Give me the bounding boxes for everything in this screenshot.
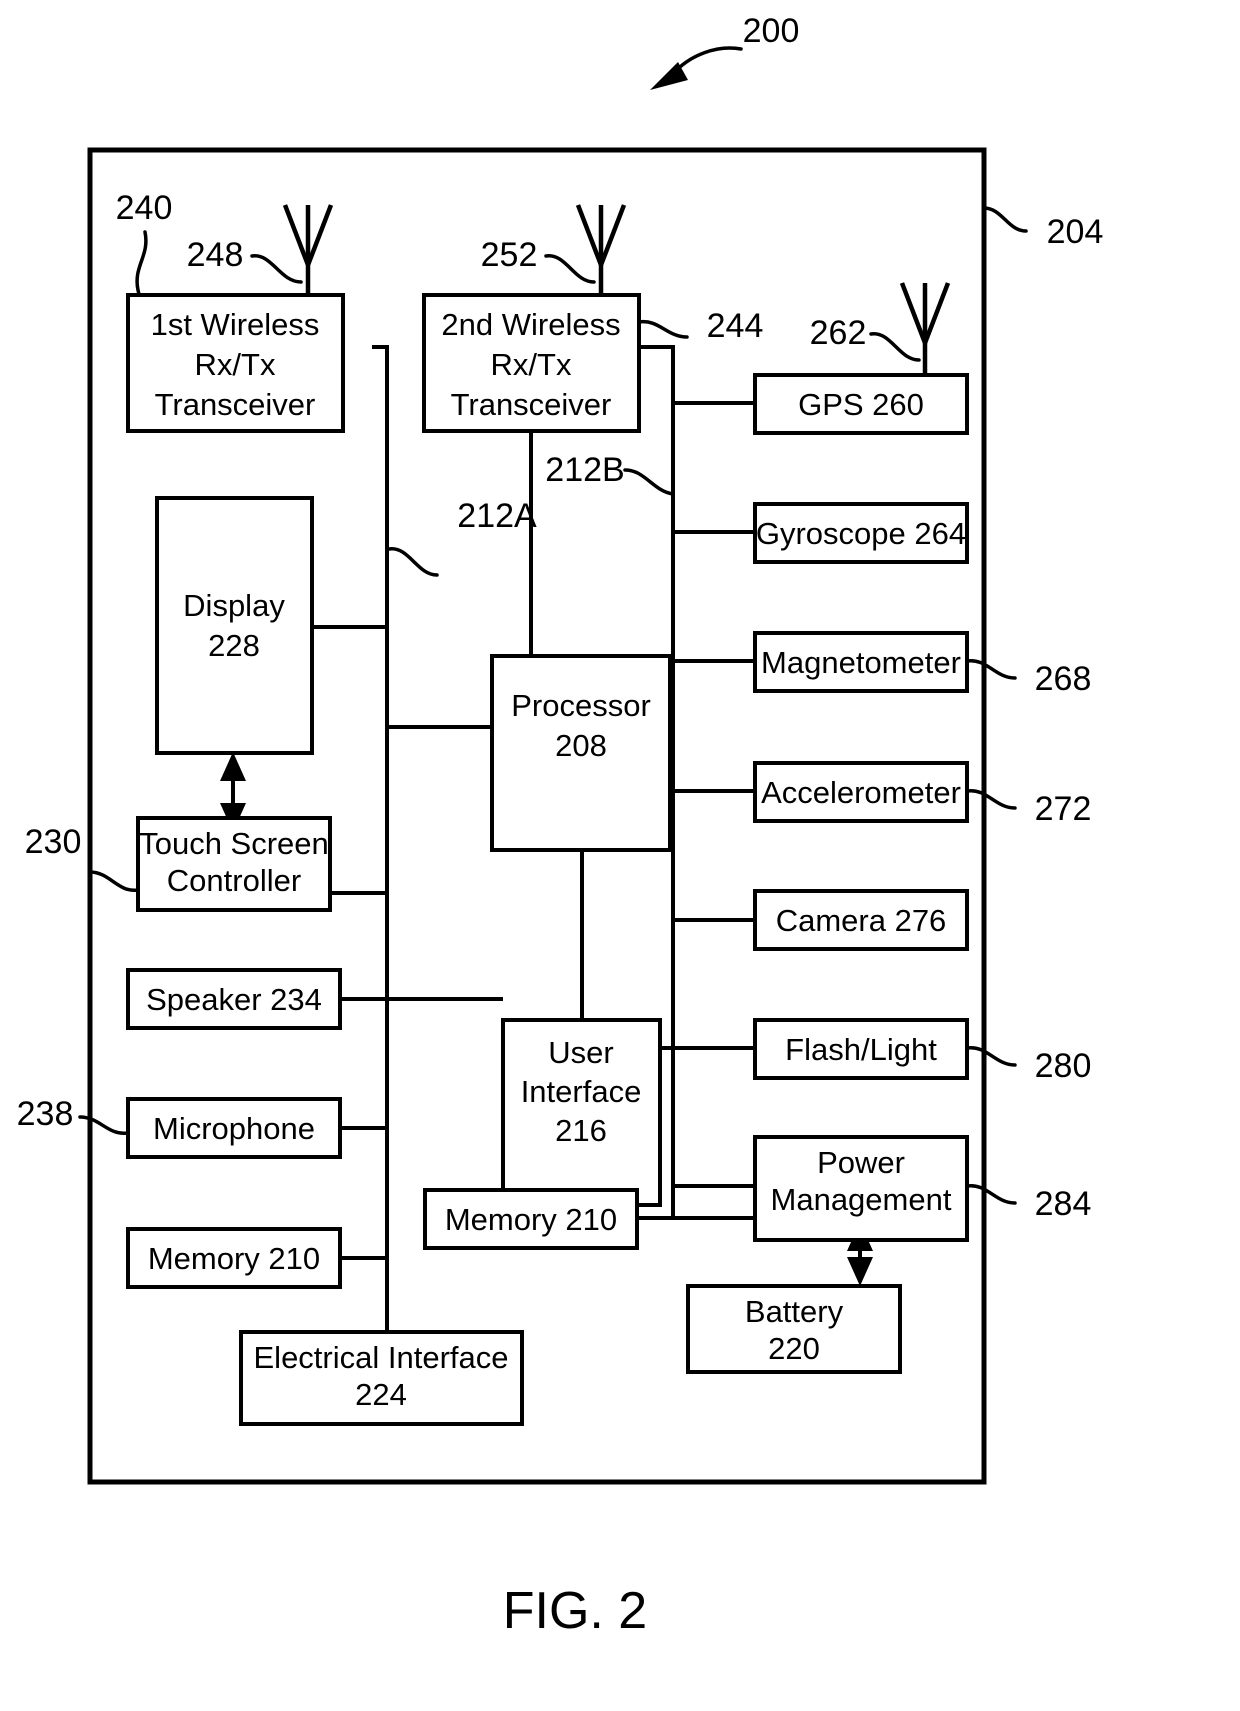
block-label-line: Accelerometer <box>761 775 961 810</box>
block-label-line: 228 <box>208 628 260 663</box>
block-label-line: 224 <box>355 1377 407 1412</box>
block-microphone: Microphone <box>126 1097 342 1159</box>
block-magnetometer: Magnetometer <box>753 631 969 693</box>
block-label-line: 2nd Wireless <box>441 307 620 342</box>
reference-label-284: 284 <box>1035 1185 1092 1223</box>
block-label-line: 216 <box>555 1113 607 1148</box>
reference-label-240: 240 <box>116 189 173 227</box>
block-label-line: Electrical Interface <box>254 1340 509 1375</box>
block-label-line: Processor <box>511 688 651 723</box>
block-label-line: 220 <box>768 1331 820 1366</box>
block-label-line: Transceiver <box>451 387 612 422</box>
block-electrical-interface: Electrical Interface 224 <box>239 1330 524 1426</box>
block-label-line: Microphone <box>153 1111 315 1146</box>
block-user-interface: User Interface 216 <box>501 1018 662 1207</box>
reference-label-262: 262 <box>810 314 867 352</box>
block-label-line: Speaker 234 <box>146 982 322 1017</box>
block-label-line: Interface <box>521 1074 642 1109</box>
reference-label-248: 248 <box>187 236 244 274</box>
reference-label-212A: 212A <box>457 497 537 535</box>
block-wireless-transceiver-2: 2nd Wireless Rx/Tx Transceiver <box>422 293 641 433</box>
block-label-line: Battery <box>745 1294 844 1329</box>
reference-label-212B: 212B <box>545 451 624 489</box>
block-display: Display 228 <box>155 496 314 755</box>
reference-label-252: 252 <box>481 236 538 274</box>
block-battery: Battery 220 <box>686 1284 902 1374</box>
block-memory-left: Memory 210 <box>126 1227 342 1289</box>
block-label-line: Management <box>771 1182 952 1217</box>
block-gps: GPS 260 <box>753 373 969 435</box>
block-label-line: 1st Wireless <box>151 307 320 342</box>
figure-caption: FIG. 2 <box>503 1582 647 1640</box>
reference-label-200: 200 <box>743 12 800 50</box>
block-label-line: Power <box>817 1145 905 1180</box>
block-camera: Camera 276 <box>753 889 969 951</box>
block-label-line: Memory 210 <box>148 1241 320 1276</box>
reference-label-238: 238 <box>17 1095 74 1133</box>
block-accelerometer: Accelerometer <box>753 761 969 823</box>
block-label-line: Controller <box>167 863 301 898</box>
block-label-line: Rx/Tx <box>195 347 276 382</box>
reference-callout-200: 200 <box>650 12 799 90</box>
block-touch-screen-controller: Touch Screen Controller <box>136 816 332 912</box>
patent-figure: 200 204 248 252 262 240 212A 212B 1st Wi… <box>0 0 1240 1711</box>
block-label-line: Camera 276 <box>776 903 947 938</box>
reference-callout-204: 204 <box>982 206 1104 251</box>
reference-label-268: 268 <box>1035 660 1092 698</box>
block-speaker: Speaker 234 <box>126 968 342 1030</box>
block-label-line: Transceiver <box>155 387 316 422</box>
block-processor: Processor 208 <box>490 654 672 852</box>
block-label-line: User <box>548 1035 613 1070</box>
reference-label-244: 244 <box>707 307 764 345</box>
block-memory-center: Memory 210 <box>423 1188 639 1250</box>
block-label-line: Display <box>183 588 285 623</box>
block-wireless-transceiver-1: 1st Wireless Rx/Tx Transceiver <box>126 293 345 433</box>
block-label-line: Gyroscope 264 <box>756 516 966 551</box>
block-label-line: Memory 210 <box>445 1202 617 1237</box>
block-power-management: Power Management <box>753 1135 969 1242</box>
block-label-line: Magnetometer <box>761 645 961 680</box>
block-label-line: Touch Screen <box>139 826 329 861</box>
block-gyroscope: Gyroscope 264 <box>753 502 969 564</box>
reference-label-272: 272 <box>1035 790 1092 828</box>
reference-label-230: 230 <box>25 823 82 861</box>
block-label-line: Flash/Light <box>785 1032 937 1067</box>
reference-label-204: 204 <box>1047 213 1104 251</box>
reference-label-280: 280 <box>1035 1047 1092 1085</box>
block-label-line: GPS 260 <box>798 387 924 422</box>
block-flash-light: Flash/Light <box>753 1018 969 1080</box>
block-diagram-svg: 200 204 248 252 262 240 212A 212B 1st Wi… <box>17 12 1104 1640</box>
block-label-line: Rx/Tx <box>491 347 572 382</box>
block-label-line: 208 <box>555 728 607 763</box>
